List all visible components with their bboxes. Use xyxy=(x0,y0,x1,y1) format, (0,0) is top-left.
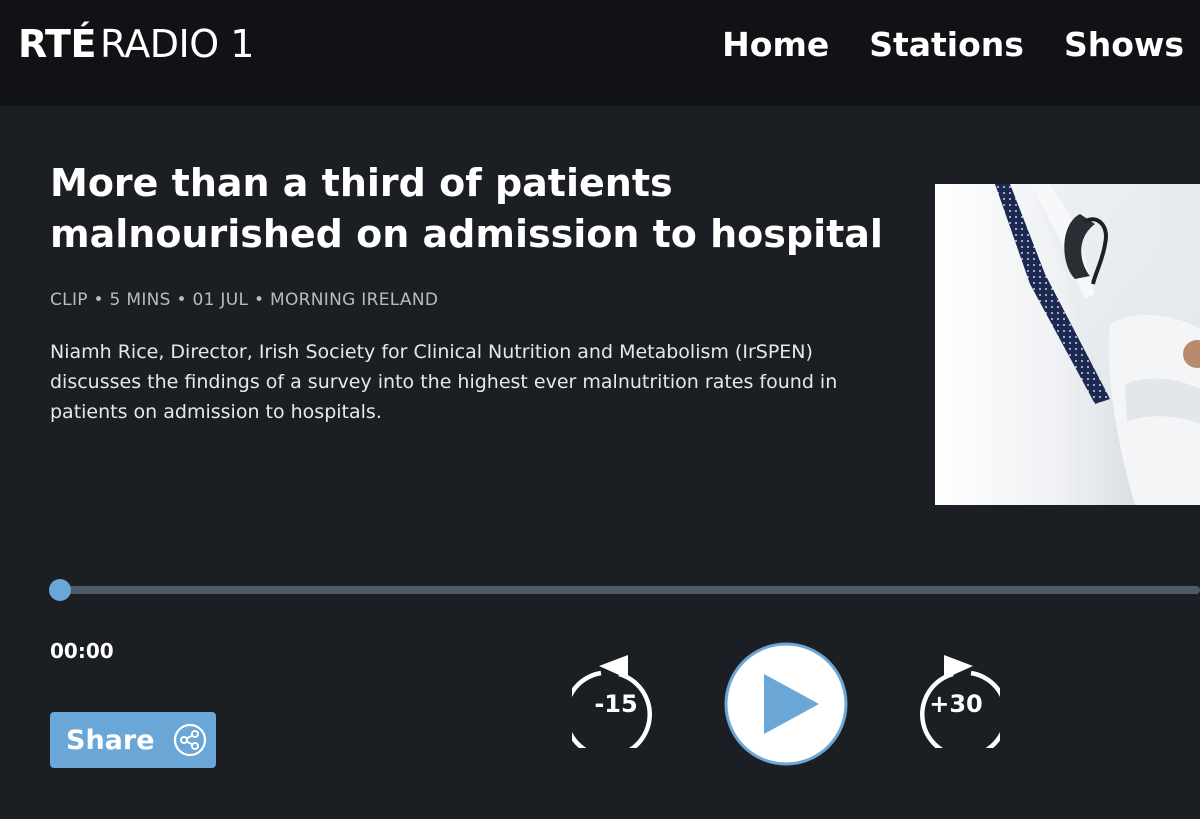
play-icon xyxy=(724,642,848,766)
share-button[interactable]: Share xyxy=(50,712,216,768)
share-label: Share xyxy=(66,724,155,756)
progress-track[interactable] xyxy=(50,586,1200,594)
clip-meta: CLIP • 5 MINS • 01 JUL • MORNING IRELAND xyxy=(50,290,439,310)
doctor-image xyxy=(935,184,1200,505)
nav-home[interactable]: Home xyxy=(722,22,829,68)
rewind-label: -15 xyxy=(594,690,638,718)
forward-30-button[interactable]: +30 xyxy=(912,652,1000,748)
clip-thumbnail xyxy=(935,184,1200,505)
rewind-15-button[interactable]: -15 xyxy=(572,652,660,748)
top-bar: RTÉ RADIO 1 Home Stations Shows xyxy=(0,0,1200,106)
play-button[interactable] xyxy=(724,642,848,766)
nav-shows[interactable]: Shows xyxy=(1064,22,1184,68)
rte-radio1-logo[interactable]: RTÉ RADIO 1 xyxy=(18,22,254,66)
progress-handle[interactable] xyxy=(49,579,71,601)
forward-label: +30 xyxy=(929,690,983,718)
clip-title: More than a third of patients malnourish… xyxy=(50,161,883,256)
logo-station: RADIO 1 xyxy=(99,22,255,66)
main-nav: Home Stations Shows xyxy=(722,22,1184,68)
logo-brand: RTÉ xyxy=(18,22,96,66)
share-icon xyxy=(173,723,206,757)
clip-description: Niamh Rice, Director, Irish Society for … xyxy=(50,341,838,423)
current-time: 00:00 xyxy=(50,639,114,663)
nav-stations[interactable]: Stations xyxy=(869,22,1024,68)
